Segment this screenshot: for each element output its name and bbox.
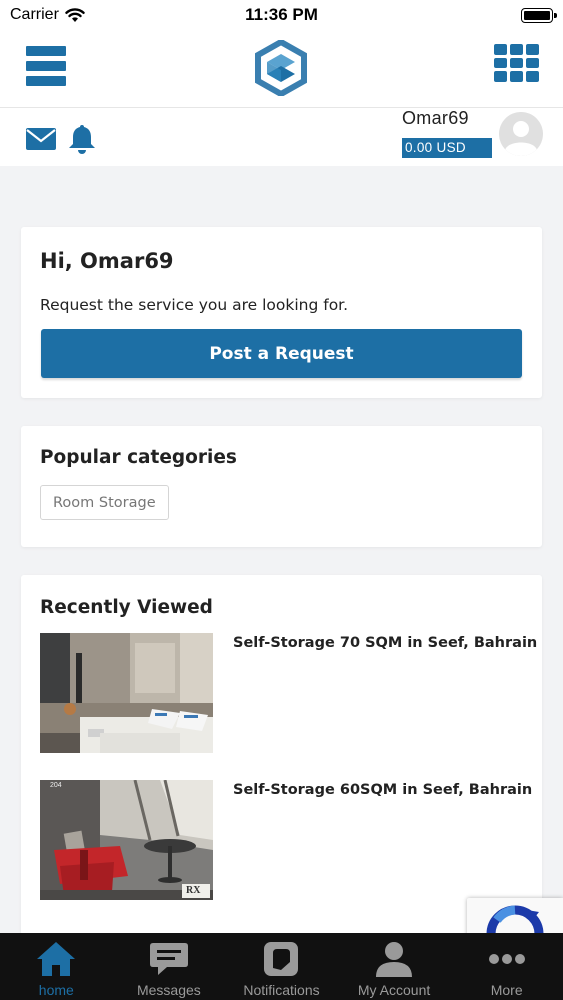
wifi-icon bbox=[65, 7, 85, 22]
room-photo-image bbox=[40, 780, 213, 900]
tab-more-label: More bbox=[490, 982, 523, 998]
room-photo-image bbox=[40, 633, 213, 753]
bell-icon[interactable] bbox=[68, 124, 96, 154]
balance-badge: 0.00 USD bbox=[402, 138, 492, 158]
carrier-label: Carrier bbox=[10, 6, 59, 23]
greeting-title: Hi, Omar69 bbox=[40, 249, 174, 273]
thumbnail-logo-label: RX bbox=[186, 885, 201, 896]
status-left: Carrier bbox=[10, 6, 150, 24]
app-screen: Carrier 11:36 PM Omar69 0.00 USD Hi, Oma… bbox=[0, 0, 563, 1000]
person-icon bbox=[372, 939, 416, 979]
recaptcha-icon bbox=[486, 905, 544, 938]
tab-my-account-label: My Account bbox=[357, 982, 431, 998]
battery-icon bbox=[520, 7, 557, 23]
status-bar: Carrier 11:36 PM bbox=[0, 0, 563, 30]
mail-icon[interactable] bbox=[26, 128, 56, 150]
app-logo-icon[interactable] bbox=[254, 40, 308, 96]
apps-grid-icon[interactable] bbox=[494, 44, 539, 82]
recently-viewed-card: Recently Viewed Self-Storage 70 SQM in S… bbox=[21, 575, 542, 935]
home-icon bbox=[34, 939, 78, 979]
thumbnail-number-label: 204 bbox=[50, 782, 62, 789]
recently-viewed-title: Recently Viewed bbox=[40, 597, 213, 618]
tab-more[interactable]: More bbox=[450, 933, 563, 1000]
hamburger-menu-icon[interactable] bbox=[26, 46, 66, 86]
status-time: 11:36 PM bbox=[245, 5, 318, 24]
more-dots-icon bbox=[485, 939, 529, 979]
username-label[interactable]: Omar69 bbox=[402, 108, 469, 129]
greeting-subtitle: Request the service you are looking for. bbox=[40, 296, 349, 314]
bottom-tab-bar: home Messages Notifications My Account M… bbox=[0, 933, 563, 1000]
tab-messages[interactable]: Messages bbox=[113, 933, 226, 1000]
listing-title[interactable]: Self-Storage 70 SQM in Seef, Bahrain bbox=[233, 635, 537, 651]
listing-title[interactable]: Self-Storage 60SQM in Seef, Bahrain bbox=[233, 782, 532, 798]
post-request-button[interactable]: Post a Request bbox=[41, 329, 522, 378]
tab-notifications[interactable]: Notifications bbox=[225, 933, 338, 1000]
category-chip-room-storage[interactable]: Room Storage bbox=[40, 485, 169, 520]
recent-item[interactable]: Self-Storage 70 SQM in Seef, Bahrain bbox=[40, 633, 537, 753]
recaptcha-badge[interactable] bbox=[467, 898, 563, 938]
popular-categories-card: Popular categories Room Storage bbox=[21, 426, 542, 547]
user-header: Omar69 0.00 USD bbox=[0, 108, 563, 166]
top-navigation bbox=[0, 30, 563, 108]
tab-notifications-label: Notifications bbox=[243, 982, 320, 998]
tab-home[interactable]: home bbox=[0, 933, 113, 1000]
greeting-card: Hi, Omar69 Request the service you are l… bbox=[21, 227, 542, 398]
chat-bubble-icon bbox=[147, 939, 191, 979]
categories-title: Popular categories bbox=[40, 447, 237, 468]
listing-thumbnail[interactable]: 204 RX bbox=[40, 780, 213, 900]
tab-messages-label: Messages bbox=[136, 982, 201, 998]
status-right bbox=[413, 7, 557, 23]
tab-home-label: home bbox=[38, 982, 74, 998]
default-avatar-icon bbox=[499, 112, 543, 156]
tab-my-account[interactable]: My Account bbox=[338, 933, 451, 1000]
avatar[interactable] bbox=[499, 112, 543, 156]
notifications-icon bbox=[259, 939, 303, 979]
listing-thumbnail[interactable] bbox=[40, 633, 213, 753]
recent-item[interactable]: 204 RX Self-Storage 60SQM in Seef, Bahra… bbox=[40, 780, 532, 900]
